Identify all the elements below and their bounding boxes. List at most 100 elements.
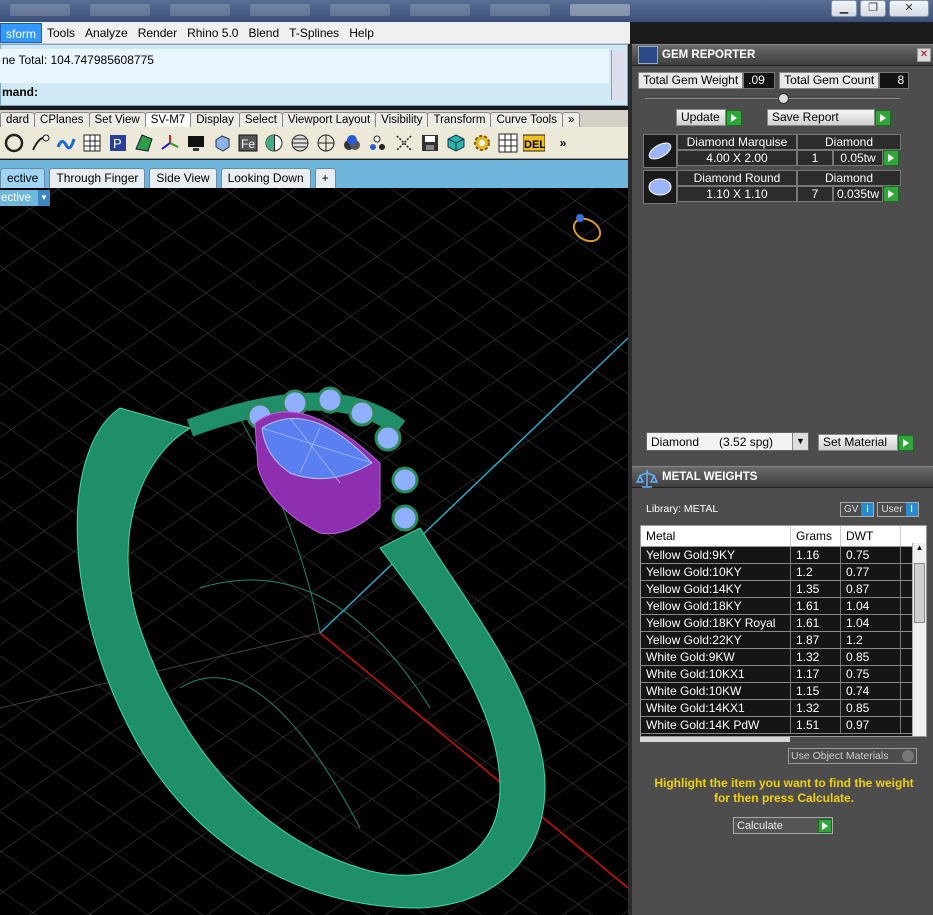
icon-more-button[interactable]: »: [548, 131, 578, 154]
save-icon[interactable]: [418, 131, 441, 154]
toolbar-more-button[interactable]: »: [561, 112, 581, 128]
round-gem-icon: [643, 170, 677, 204]
table-row[interactable]: White Gold:9KW 1.32 0.85: [641, 649, 926, 666]
tab-cplanes[interactable]: CPlanes: [34, 112, 90, 128]
gumball-icon[interactable]: [158, 131, 181, 154]
tab-set-view[interactable]: Set View: [88, 112, 146, 128]
material-select[interactable]: Diamond (3.52 spg) ▼: [646, 432, 809, 451]
user-label: User: [881, 504, 903, 515]
command-prompt[interactable]: mand:: [0, 85, 609, 101]
table-row[interactable]: White Gold:10KW 1.15 0.74: [641, 683, 926, 700]
update-button[interactable]: Update: [676, 109, 726, 126]
table-scrollbar[interactable]: ▲: [912, 543, 926, 736]
gem-size: 1.10 X 1.10: [677, 186, 797, 202]
pen-curve-icon[interactable]: [28, 131, 51, 154]
tab-through-finger[interactable]: Through Finger: [49, 168, 146, 188]
slider-handle[interactable]: [778, 93, 789, 104]
use-object-materials-toggle[interactable]: Use Object Materials: [788, 748, 917, 764]
update-go-icon[interactable]: [726, 109, 742, 126]
toggle-icon[interactable]: [902, 750, 914, 762]
gem-name: Diamond Marquise: [677, 134, 797, 150]
gem-go-icon[interactable]: [883, 150, 899, 166]
gem-go-icon[interactable]: [883, 186, 899, 202]
command-scrollbar[interactable]: [611, 50, 625, 100]
tab-transform[interactable]: Transform: [427, 112, 492, 128]
table-row[interactable]: Yellow Gold:18KY Royal 1.61 1.04: [641, 615, 926, 632]
split-icon[interactable]: [262, 131, 285, 154]
menu-render[interactable]: Render: [133, 23, 182, 43]
table-hscroll[interactable]: [640, 737, 790, 742]
scissor-icon[interactable]: [392, 131, 415, 154]
del-icon[interactable]: DEL: [522, 131, 545, 154]
cube-icon[interactable]: [444, 131, 467, 154]
minimize-button[interactable]: ▁: [831, 0, 857, 17]
user-toggle[interactable]: I: [905, 503, 918, 516]
metal-name-cell: Yellow Gold:18KY: [641, 598, 791, 614]
table-row[interactable]: White Gold:14KX1 1.32 0.85: [641, 700, 926, 717]
monitor-icon[interactable]: [184, 131, 207, 154]
save-report-button[interactable]: Save Report: [767, 109, 875, 126]
menu-tools[interactable]: Tools: [42, 23, 80, 43]
restore-button[interactable]: ❐: [860, 0, 886, 17]
sphere-slice-icon[interactable]: [288, 131, 311, 154]
toolbar-tabs: dard CPlanes Set View SV-M7 Display Sele…: [0, 110, 628, 128]
menu-blend[interactable]: Blend: [243, 23, 284, 43]
tab-curve-tools[interactable]: Curve Tools: [490, 112, 563, 128]
tab-viewport-layout[interactable]: Viewport Layout: [281, 112, 377, 128]
menu-analyze[interactable]: Analyze: [80, 23, 133, 43]
table-row[interactable]: White Gold:14K PdW 1.51 0.97: [641, 717, 926, 734]
table-row[interactable]: Yellow Gold:14KY 1.35 0.87: [641, 581, 926, 598]
material-select-value: Diamond (3.52 spg): [651, 434, 774, 449]
grid-select-icon[interactable]: [80, 131, 103, 154]
tab-perspective[interactable]: ective: [0, 168, 46, 188]
table-row[interactable]: Yellow Gold:18KY 1.61 1.04: [641, 598, 926, 615]
gem-weight: 0.05tw: [833, 150, 883, 166]
box-icon[interactable]: [210, 131, 233, 154]
viewport-menu-dropdown[interactable]: ▼: [38, 190, 50, 206]
gem-row[interactable]: Diamond Marquise Diamond 4.00 X 2.00 1 0…: [643, 134, 901, 168]
tab-display[interactable]: Display: [190, 112, 240, 128]
toolbar-icons: P Fe DEL »: [0, 127, 628, 159]
dots-icon[interactable]: [366, 131, 389, 154]
metal-table[interactable]: Metal Grams DWT Yellow Gold:9KY 1.16 0.75 Y…: [640, 525, 927, 737]
table-row[interactable]: White Gold:10KX1 1.17 0.75: [641, 666, 926, 683]
menu-rhino5[interactable]: Rhino 5.0: [182, 23, 243, 43]
total-gem-count-value: 8: [879, 72, 910, 89]
gem-reporter-close-button[interactable]: ✕: [917, 48, 931, 62]
surface-icon[interactable]: [132, 131, 155, 154]
calculate-button[interactable]: Calculate: [733, 817, 833, 834]
menu-transform[interactable]: sform: [0, 22, 42, 43]
tab-looking-down[interactable]: Looking Down: [220, 168, 311, 188]
tab-sv-m7[interactable]: SV-M7: [144, 112, 192, 128]
fe-icon[interactable]: Fe: [236, 131, 259, 154]
calculate-go-icon[interactable]: [818, 818, 832, 833]
tab-select[interactable]: Select: [238, 112, 283, 128]
layout-icon[interactable]: [496, 131, 519, 154]
tab-visibility[interactable]: Visibility: [375, 112, 429, 128]
chevron-down-icon[interactable]: ▼: [792, 433, 808, 450]
gem-name: Diamond Round: [677, 170, 797, 186]
command-history: ne Total: 104.747985608775: [0, 49, 609, 83]
set-material-go-icon[interactable]: [898, 434, 914, 451]
tab-standard[interactable]: dard: [0, 112, 36, 128]
table-row[interactable]: Yellow Gold:10KY 1.2 0.77: [641, 564, 926, 581]
points-icon[interactable]: P: [106, 131, 129, 154]
table-row[interactable]: Yellow Gold:9KY 1.16 0.75: [641, 547, 926, 564]
table-row[interactable]: Yellow Gold:22KY 1.87 1.2: [641, 632, 926, 649]
save-report-go-icon[interactable]: [875, 109, 891, 126]
scrollbar-thumb[interactable]: [914, 563, 925, 623]
gv-toggle[interactable]: I: [861, 503, 874, 516]
menu-help[interactable]: Help: [344, 23, 379, 43]
triple-circle-icon[interactable]: [340, 131, 363, 154]
add-viewport-tab-button[interactable]: +: [314, 168, 336, 188]
close-window-button[interactable]: ✕: [889, 0, 929, 17]
set-material-button[interactable]: Set Material: [818, 434, 898, 451]
snake-icon[interactable]: [54, 131, 77, 154]
menu-tsplines[interactable]: T-Splines: [284, 23, 344, 43]
target-icon[interactable]: [314, 131, 337, 154]
gem-row[interactable]: Diamond Round Diamond 1.10 X 1.10 7 0.03…: [643, 170, 901, 204]
viewport-perspective[interactable]: [0, 188, 628, 915]
gear-icon[interactable]: [470, 131, 493, 154]
circle-icon[interactable]: [2, 131, 25, 154]
tab-side-view[interactable]: Side View: [149, 168, 217, 188]
